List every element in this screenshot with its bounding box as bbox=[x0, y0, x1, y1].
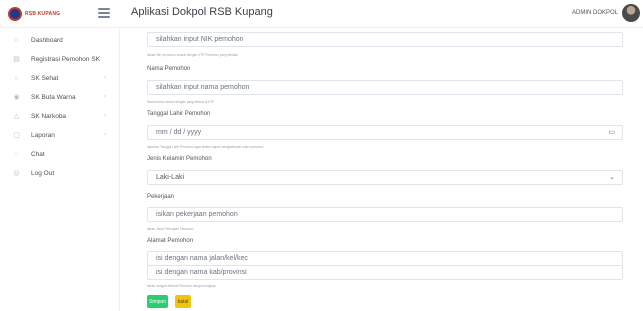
jenis-kelamin-select[interactable]: Laki-Laki ⌄ bbox=[147, 170, 623, 185]
top-bar: RSB KUPANG Aplikasi Dokpol RSB Kupang AD… bbox=[0, 0, 643, 28]
sidebar-item-laporan[interactable]: ▢ Laporan ‹ bbox=[0, 127, 120, 143]
nik-input[interactable]: silahkan input NIK pemohon bbox=[147, 32, 623, 47]
alamat-jalan-placeholder: isi dengan nama jalan/kel/kec bbox=[156, 255, 248, 262]
sidebar-item-label: SK Narkoba bbox=[31, 112, 67, 120]
tanggal-input[interactable]: mm / dd / yyyy ▭ bbox=[147, 125, 623, 140]
sidebar-item-sk-narkoba[interactable]: △ SK Narkoba ‹ bbox=[0, 108, 120, 124]
sidebar-item-logout[interactable]: ◎ Log Out bbox=[0, 165, 120, 181]
pekerjaan-placeholder: isikan pekerjaan pemohon bbox=[156, 211, 238, 218]
page-title: Aplikasi Dokpol RSB Kupang bbox=[131, 6, 273, 18]
sidebar-item-label: Registrasi Pemohon SK bbox=[31, 55, 101, 63]
tanggal-help: Inputkan Tanggal Lahir Pemohon agar sist… bbox=[147, 145, 264, 149]
sidebar-item-sk-buta-warna[interactable]: ◉ SK Buta Warna ‹ bbox=[0, 89, 120, 105]
tanggal-placeholder: mm / dd / yyyy bbox=[156, 129, 202, 136]
chevron-left-icon: ‹ bbox=[104, 94, 106, 100]
jenis-kelamin-value: Laki-Laki bbox=[156, 174, 185, 181]
jenis-kelamin-label: Jenis Kelamin Pemohon bbox=[147, 156, 212, 162]
circle-icon: ○ bbox=[14, 74, 19, 82]
logout-icon: ◎ bbox=[13, 169, 20, 177]
pekerjaan-label: Pekerjaan bbox=[147, 194, 175, 200]
alamat-jalan-input[interactable]: isi dengan nama jalan/kel/kec bbox=[147, 251, 623, 266]
pekerjaan-input[interactable]: isikan pekerjaan pemohon bbox=[147, 207, 623, 222]
nik-help: Isikan NIK pemohon sesuai dengan KTP Pem… bbox=[147, 53, 239, 57]
form-main: silahkan input NIK pemohon Isikan NIK pe… bbox=[121, 28, 643, 311]
nama-help: Nama harus sesuai dengan yang tertera di… bbox=[147, 100, 215, 104]
calendar-icon[interactable]: ▭ bbox=[608, 128, 615, 136]
cancel-button[interactable]: batal bbox=[175, 295, 191, 308]
chevron-down-icon: ⌄ bbox=[609, 174, 615, 181]
document-icon: ▢ bbox=[13, 131, 20, 139]
brand-text: RSB KUPANG bbox=[25, 11, 61, 17]
user-name[interactable]: ADMIN DOKPOL bbox=[572, 10, 618, 16]
clipboard-icon: ▤ bbox=[13, 55, 20, 63]
chat-icon: ◌ bbox=[14, 150, 19, 158]
sidebar-item-sk-sehat[interactable]: ○ SK Sehat ‹ bbox=[0, 70, 120, 86]
nama-input[interactable]: silahkan input nama pemohon bbox=[147, 80, 623, 95]
sidebar-item-label: SK Buta Warna bbox=[31, 93, 76, 101]
sidebar-item-label: Dashboard bbox=[31, 36, 63, 44]
save-button[interactable]: Simpan bbox=[147, 295, 168, 308]
nama-label: Nama Pemohon bbox=[147, 66, 191, 72]
chevron-left-icon: ‹ bbox=[104, 113, 106, 119]
sidebar-item-label: Chat bbox=[31, 150, 45, 158]
sidebar: ⌂ Dashboard ▤ Registrasi Pemohon SK ○ SK… bbox=[0, 28, 120, 311]
brand[interactable]: RSB KUPANG bbox=[8, 7, 60, 21]
menu-toggle-icon[interactable] bbox=[98, 8, 110, 18]
nama-placeholder: silahkan input nama pemohon bbox=[156, 84, 250, 91]
warning-icon: △ bbox=[13, 112, 20, 120]
alamat-label: Alamat Pemohon bbox=[147, 238, 194, 244]
nik-placeholder: silahkan input NIK pemohon bbox=[156, 36, 244, 43]
sidebar-item-label: Log Out bbox=[31, 169, 55, 177]
alamat-kab-placeholder: isi dengan nama kab/provinsi bbox=[156, 269, 247, 276]
chevron-left-icon: ‹ bbox=[104, 75, 106, 81]
pekerjaan-help: Isikan Jenis Pekerjaan Pemohon bbox=[147, 227, 194, 231]
brand-logo bbox=[8, 7, 22, 21]
sidebar-item-dashboard[interactable]: ⌂ Dashboard bbox=[0, 32, 120, 48]
avatar[interactable] bbox=[622, 4, 640, 22]
sidebar-item-label: SK Sehat bbox=[31, 74, 59, 82]
sidebar-item-label: Laporan bbox=[31, 131, 55, 139]
chevron-left-icon: ‹ bbox=[104, 132, 106, 138]
tanggal-label: Tanggal Lahir Pemohon bbox=[147, 111, 211, 117]
sidebar-item-registrasi[interactable]: ▤ Registrasi Pemohon SK bbox=[0, 51, 120, 67]
alamat-kab-input[interactable]: isi dengan nama kab/provinsi bbox=[147, 265, 623, 280]
home-icon: ⌂ bbox=[14, 36, 19, 44]
sidebar-item-chat[interactable]: ◌ Chat bbox=[0, 146, 120, 162]
eye-icon: ◉ bbox=[13, 93, 20, 101]
alamat-help: Isikan dengan Alamat Pemohon dengan leng… bbox=[147, 284, 216, 288]
